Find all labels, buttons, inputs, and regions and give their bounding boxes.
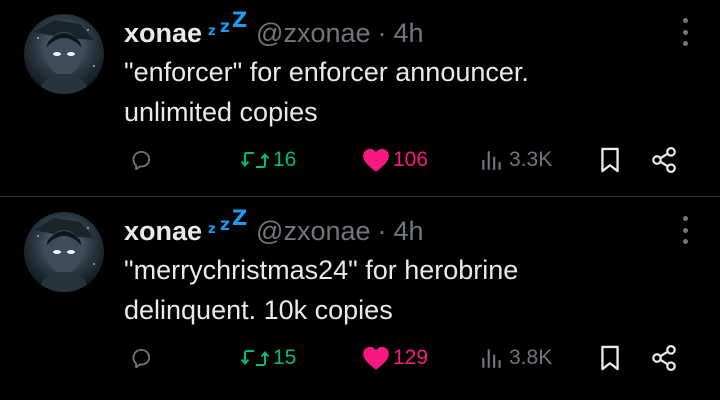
badge-letter: z — [208, 24, 216, 39]
avatar[interactable] — [24, 212, 104, 292]
bookmark-button[interactable] — [598, 338, 622, 378]
reply-button[interactable] — [128, 140, 154, 180]
post[interactable]: xonae z z Z @zxonae · 4h "merrychristmas… — [0, 198, 720, 394]
repost-icon — [240, 152, 270, 168]
avatar[interactable] — [24, 14, 104, 94]
reply-bubble-icon — [132, 348, 151, 369]
repost-icon — [240, 350, 270, 366]
repost-button[interactable]: 16 — [240, 140, 296, 180]
zzz-sleep-icon: z z Z — [206, 206, 252, 240]
avatar-image — [34, 20, 95, 94]
heart-filled-icon — [363, 148, 389, 172]
action-bar: 15 129 3.8K — [0, 338, 720, 378]
post-text-line: delinquent. 10k copies — [124, 295, 393, 325]
like-count: 129 — [393, 346, 429, 369]
repost-button[interactable]: 15 — [240, 338, 296, 378]
share-icon — [652, 344, 676, 372]
share-icon — [652, 146, 676, 174]
post-header: xonae z z Z @zxonae · 4h — [124, 8, 424, 49]
post-text: "enforcer" for enforcer announcer. unlim… — [124, 52, 684, 132]
reply-button[interactable] — [128, 338, 154, 378]
badge-letter: z — [220, 215, 230, 235]
badge-letter: Z — [232, 8, 248, 32]
repost-count: 16 — [273, 148, 297, 171]
like-button[interactable]: 106 — [362, 140, 428, 180]
avatar-image — [34, 218, 95, 292]
post-divider — [0, 196, 720, 197]
vertical-ellipsis-icon[interactable] — [682, 18, 688, 46]
author-name[interactable]: xonae — [124, 18, 202, 49]
like-count: 106 — [393, 148, 429, 171]
heart-filled-icon — [363, 346, 389, 370]
badge-letter: z — [208, 222, 216, 237]
post-text-line: unlimited copies — [124, 97, 318, 127]
bookmark-icon — [601, 345, 619, 371]
post-header: xonae z z Z @zxonae · 4h — [124, 206, 424, 247]
views-count: 3.3K — [509, 148, 553, 171]
badge-letter: z — [220, 17, 230, 37]
repost-count: 15 — [273, 346, 297, 369]
author-handle[interactable]: @zxonae — [256, 18, 370, 49]
reply-bubble-icon — [132, 150, 151, 171]
like-button[interactable]: 129 — [362, 338, 428, 378]
share-button[interactable] — [650, 338, 678, 378]
post-text-line: "enforcer" for enforcer announcer. — [124, 57, 529, 87]
post-time[interactable]: 4h — [394, 216, 424, 247]
post-text-line: "merrychristmas24" for herobrine — [124, 255, 519, 285]
views-button[interactable]: 3.3K — [478, 140, 552, 180]
bookmark-icon — [601, 147, 619, 173]
author-handle[interactable]: @zxonae — [256, 216, 370, 247]
action-bar: 16 106 3.3K — [0, 140, 720, 180]
separator-dot: · — [377, 18, 387, 48]
views-button[interactable]: 3.8K — [478, 338, 552, 378]
separator-dot: · — [377, 216, 387, 246]
badge-letter: Z — [232, 206, 248, 230]
post[interactable]: xonae z z Z @zxonae · 4h "enforcer" for … — [0, 0, 720, 196]
views-bar-chart-icon — [482, 349, 501, 368]
vertical-ellipsis-icon[interactable] — [682, 216, 688, 244]
post-text: "merrychristmas24" for herobrine delinqu… — [124, 250, 684, 330]
author-name[interactable]: xonae — [124, 216, 202, 247]
zzz-sleep-icon: z z Z — [206, 8, 252, 42]
bookmark-button[interactable] — [598, 140, 622, 180]
views-count: 3.8K — [509, 346, 553, 369]
post-time[interactable]: 4h — [394, 18, 424, 49]
views-bar-chart-icon — [482, 151, 501, 170]
share-button[interactable] — [650, 140, 678, 180]
